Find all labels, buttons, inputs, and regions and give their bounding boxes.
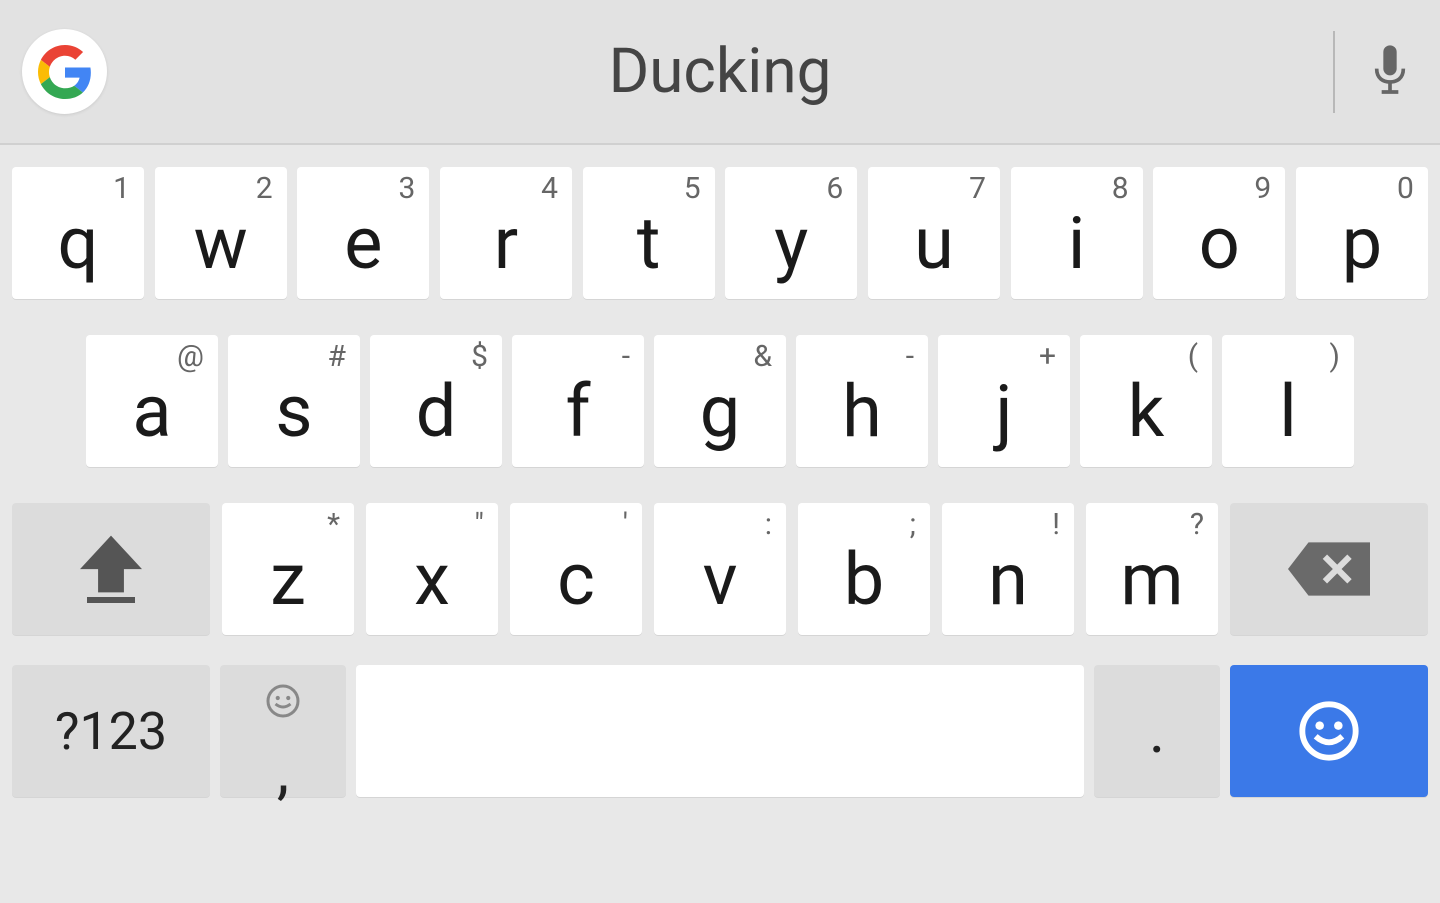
key-t[interactable]: 5t: [583, 167, 715, 299]
key-v[interactable]: :v: [654, 503, 786, 635]
key-l[interactable]: )l: [1222, 335, 1354, 467]
keyboard-row-1: 1q 2w 3e 4r 5t 6y 7u 8i 9o 0p: [12, 167, 1428, 299]
key-r[interactable]: 4r: [440, 167, 572, 299]
period-key[interactable]: .: [1094, 665, 1220, 797]
keyboard-row-4: ?123 , .: [12, 665, 1428, 797]
suggestion-bar: Ducking: [0, 0, 1440, 145]
space-key[interactable]: [356, 665, 1084, 797]
emoji-hint-icon: [265, 683, 301, 723]
key-x[interactable]: "x: [366, 503, 498, 635]
mic-divider: [1333, 31, 1335, 113]
shift-key[interactable]: [12, 503, 210, 635]
smiley-icon: [1297, 699, 1361, 763]
keyboard: 1q 2w 3e 4r 5t 6y 7u 8i 9o 0p @a #s $d -…: [0, 145, 1440, 797]
suggestion-text[interactable]: Ducking: [609, 35, 832, 108]
backspace-key[interactable]: [1230, 503, 1428, 635]
mic-area: [1333, 0, 1412, 143]
key-w[interactable]: 2w: [155, 167, 287, 299]
key-y[interactable]: 6y: [725, 167, 857, 299]
key-e[interactable]: 3e: [297, 167, 429, 299]
mic-button[interactable]: [1367, 37, 1412, 107]
key-z[interactable]: *z: [222, 503, 354, 635]
key-s[interactable]: #s: [228, 335, 360, 467]
key-h[interactable]: -h: [796, 335, 928, 467]
symbols-label: ?123: [55, 701, 167, 762]
key-g[interactable]: &g: [654, 335, 786, 467]
enter-key[interactable]: [1230, 665, 1428, 797]
key-o[interactable]: 9o: [1153, 167, 1285, 299]
key-b[interactable]: ;b: [798, 503, 930, 635]
key-u[interactable]: 7u: [868, 167, 1000, 299]
symbols-key[interactable]: ?123: [12, 665, 210, 797]
keyboard-row-2: @a #s $d -f &g -h +j (k )l: [12, 335, 1428, 467]
key-i[interactable]: 8i: [1011, 167, 1143, 299]
google-icon: [38, 45, 92, 99]
google-logo-button[interactable]: [22, 29, 107, 114]
key-d[interactable]: $d: [370, 335, 502, 467]
mic-icon: [1370, 44, 1410, 100]
shift-icon: [80, 535, 142, 593]
key-q[interactable]: 1q: [12, 167, 144, 299]
keyboard-row-3: *z "x 'c :v ;b !n ?m: [12, 503, 1428, 635]
key-f[interactable]: -f: [512, 335, 644, 467]
key-c[interactable]: 'c: [510, 503, 642, 635]
key-n[interactable]: !n: [942, 503, 1074, 635]
shift-underline: [87, 597, 135, 603]
key-k[interactable]: (k: [1080, 335, 1212, 467]
key-j[interactable]: +j: [938, 335, 1070, 467]
key-p[interactable]: 0p: [1296, 167, 1428, 299]
key-a[interactable]: @a: [86, 335, 218, 467]
period-label: .: [1149, 695, 1165, 768]
key-m[interactable]: ?m: [1086, 503, 1218, 635]
comma-key[interactable]: ,: [220, 665, 346, 797]
backspace-icon: [1288, 542, 1370, 596]
comma-label: ,: [277, 760, 289, 785]
